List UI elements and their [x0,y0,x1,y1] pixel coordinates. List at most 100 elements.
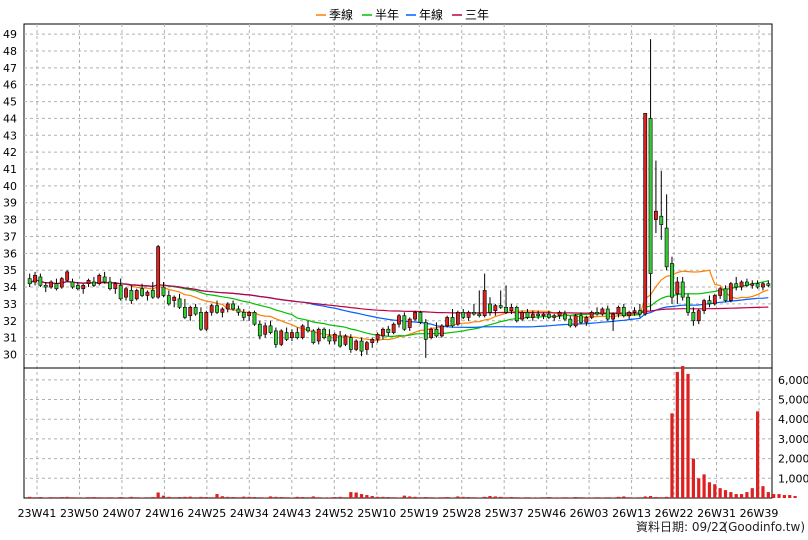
volume-bar [579,497,583,498]
volume-bar [681,366,685,498]
candle [439,324,444,338]
candle-body [129,290,134,301]
volume-bar [38,497,42,498]
candle-body [33,274,37,283]
volume-bar [402,495,406,498]
candle-body [172,296,177,301]
volume-bar [119,497,123,498]
x-tick-label: 25W28 [442,507,481,520]
candle-body [407,318,412,328]
volume-bar [691,458,695,498]
volume-bar [515,497,519,498]
volume-bar [477,497,481,498]
candle-body [723,288,728,301]
volume-bar [103,497,107,498]
price-tick-label: 41 [3,163,17,176]
candle-body [397,315,401,325]
volume-bar [665,496,669,498]
volume-bar [632,497,637,498]
candle-body [290,332,294,338]
candle-body [279,330,284,345]
volume-bar [713,484,717,498]
volume-bar [643,496,647,498]
volume-bar [504,497,508,498]
price-tick-label: 44 [3,112,17,125]
candle-body [450,317,455,327]
candle-body [92,281,96,286]
volume-bar [311,496,315,498]
x-tick-label: 25W37 [485,507,524,520]
candle-body [739,281,744,288]
x-tick-label: 24W34 [230,507,269,520]
candle [686,293,690,316]
candle-body [605,308,610,320]
x-tick-label: 24W16 [145,507,184,520]
candle-body [643,113,648,315]
price-tick-label: 38 [3,214,17,227]
candle [252,310,257,326]
volume-bar [301,497,305,498]
volume-bar [531,497,535,498]
volume-bar [161,495,166,498]
candle [59,276,64,289]
candle [670,256,674,304]
candle-body [166,295,171,305]
volume-bar [499,496,503,498]
volume-tick-label: 1,000 [778,472,808,485]
candle-body [241,312,246,318]
volume-bar [766,492,770,498]
candle-body [247,312,252,317]
legend-item: 季線 [316,7,353,22]
price-tick-label: 31 [3,332,17,345]
volume-bar [536,497,540,498]
candle-body [124,288,128,298]
candle-body [536,313,541,317]
volume-bar [584,497,588,498]
candle-body [108,281,112,290]
candle-body [429,328,434,338]
price-tick-label: 35 [3,264,17,277]
candle-body [434,328,439,337]
legend: 季線 半年 年線 三年 [316,7,489,22]
volume-bar [76,497,80,498]
candle [418,310,423,325]
candle-body [504,306,508,313]
candle-body [81,285,86,290]
volume-bar [263,497,267,498]
volume-bar [424,497,428,498]
volume-bar [236,497,241,498]
candle-body [332,333,337,342]
candle-body [509,306,514,311]
volume-bar [590,497,594,498]
candle-body [445,317,450,327]
x-axis: 23W41 23W50 24W07 24W16 24W25 24W34 24W43 24W52… [18,507,779,520]
volume-bar [365,495,369,498]
candle-body [573,315,578,327]
volume-bar [199,496,203,498]
candle-body [343,335,348,345]
volume-bar [568,497,572,498]
candle-body [364,342,369,350]
volume-bar [247,496,251,498]
volume-bar [333,497,337,498]
candle-body [589,312,594,318]
candle-body [541,313,546,317]
volume-bar [777,494,781,498]
x-tick-label: 23W41 [18,507,57,520]
volume-bar [606,497,610,498]
candle-body [600,308,605,315]
candle-body [354,340,359,350]
volume-bar [86,497,91,498]
volume-bar [156,492,160,498]
candle [300,324,305,340]
price-tick-label: 37 [3,230,17,243]
price-axis: 30 31 32 33 34 35 36 37 38 39 40 41 42 43 44 45 46 47 48 49 [3,28,17,361]
volume-bar [140,497,144,498]
candle-body [477,313,482,317]
candle-body [402,315,407,330]
candle-body [97,274,102,284]
volume-bar [718,488,722,498]
volume-bar [151,497,155,498]
candle-body [664,227,669,268]
price-tick-label: 32 [3,315,17,328]
